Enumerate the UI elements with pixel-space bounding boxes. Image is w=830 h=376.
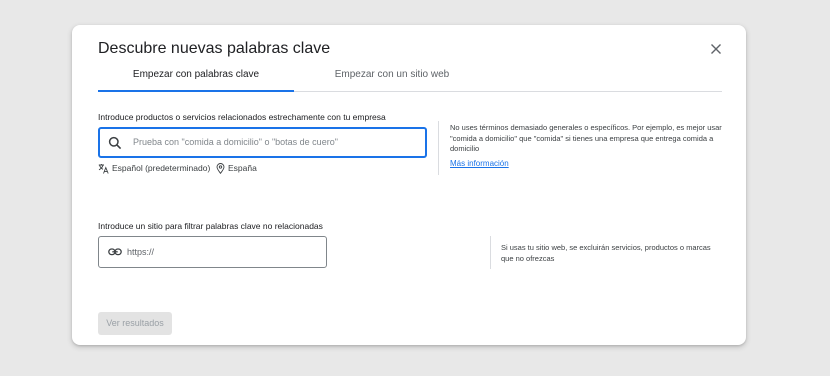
- location-label: España: [228, 163, 257, 173]
- site-url-placeholder: https://: [127, 247, 155, 257]
- section-divider: [438, 121, 439, 175]
- translate-icon: [98, 164, 109, 174]
- search-icon: [108, 136, 122, 150]
- language-label: Español (predeterminado): [112, 163, 211, 173]
- keywords-input[interactable]: Prueba con "comida a domicilio" o "botas…: [98, 127, 427, 158]
- keywords-input-label: Introduce productos o servicios relacion…: [98, 112, 386, 122]
- location-pin-icon: [216, 163, 225, 174]
- close-icon: [711, 44, 721, 54]
- keywords-help-text: No uses términos demasiado generales o e…: [450, 123, 722, 153]
- link-icon: [108, 248, 122, 256]
- section-divider: [490, 236, 491, 269]
- tab-website[interactable]: Empezar con un sitio web: [294, 62, 490, 90]
- tab-bar: Empezar con palabras clave Empezar con u…: [98, 62, 722, 92]
- close-button[interactable]: [708, 41, 724, 57]
- keyword-discovery-dialog: Descubre nuevas palabras clave Empezar c…: [72, 25, 746, 345]
- see-results-button[interactable]: Ver resultados: [98, 312, 172, 335]
- site-url-input[interactable]: https://: [98, 236, 327, 268]
- keywords-placeholder: Prueba con "comida a domicilio" o "botas…: [133, 137, 338, 147]
- dialog-title: Descubre nuevas palabras clave: [98, 40, 331, 57]
- site-help-text: Si usas tu sitio web, se excluirán servi…: [501, 243, 711, 263]
- site-input-label: Introduce un sitio para filtrar palabras…: [98, 221, 323, 231]
- more-info-link[interactable]: Más información: [450, 159, 509, 168]
- tab-keywords[interactable]: Empezar con palabras clave: [98, 62, 294, 92]
